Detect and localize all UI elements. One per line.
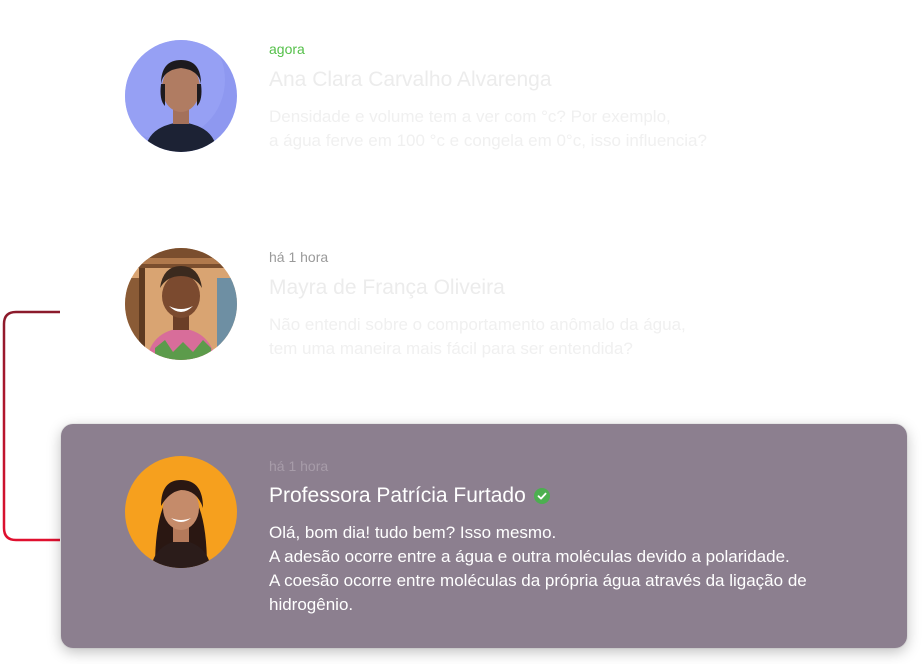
comment-line: A coesão ocorre entre moléculas da própr… — [269, 571, 807, 590]
avatar[interactable] — [125, 456, 237, 568]
comment-author[interactable]: Professora Patrícia Furtado — [269, 482, 526, 510]
avatar[interactable] — [125, 248, 237, 360]
comment-line: A adesão ocorre entre a água e outra mol… — [269, 547, 790, 566]
comment-time: há 1 hora — [269, 458, 329, 474]
comment-time: há 1 hora — [269, 249, 329, 265]
comment-thread: agora Ana Clara Carvalho Alvarenga Densi… — [0, 0, 923, 664]
comment-line: tem uma maneira mais fácil para ser ente… — [269, 339, 633, 358]
comment-line: Olá, bom dia! tudo bem? Isso mesmo. — [269, 523, 557, 542]
comment-author[interactable]: Mayra de França Oliveira — [269, 274, 505, 302]
comment-line: hidrogênio. — [269, 595, 354, 614]
comment-text: Olá, bom dia! tudo bem? Isso mesmo. A ad… — [269, 521, 869, 617]
comment-time: agora — [269, 41, 305, 57]
reply-connector — [2, 310, 60, 542]
check-circle-icon — [533, 488, 550, 504]
comment-line: a água ferve em 100 °c e congela em 0°c,… — [269, 131, 707, 150]
comment-text: Não entendi sobre o comportamento anômal… — [269, 313, 869, 361]
comment-text: Densidade e volume tem a ver com °c? Por… — [269, 105, 869, 153]
comment-author[interactable]: Ana Clara Carvalho Alvarenga — [269, 66, 552, 94]
avatar[interactable] — [125, 40, 237, 152]
comment-author-row: Professora Patrícia Furtado — [269, 482, 550, 510]
comment-line: Densidade e volume tem a ver com °c? Por… — [269, 107, 671, 126]
comment-line: Não entendi sobre o comportamento anômal… — [269, 315, 686, 334]
